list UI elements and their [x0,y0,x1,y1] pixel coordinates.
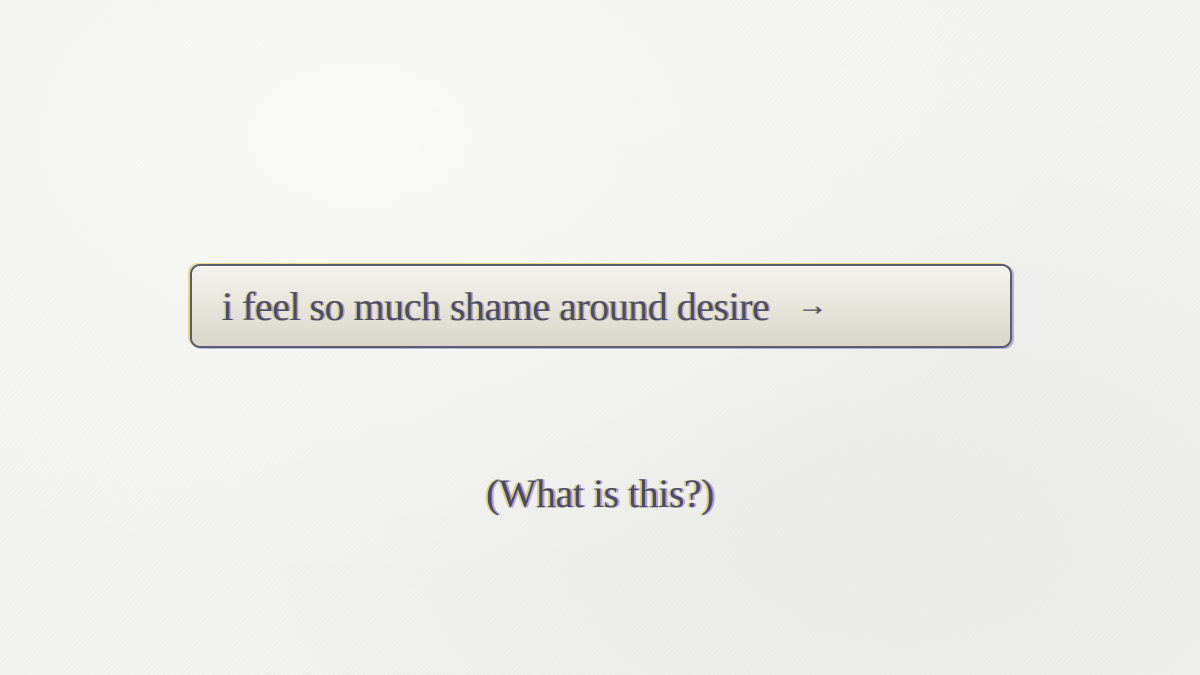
prompt-button[interactable]: i feel so much shame around desire → [190,264,1012,348]
prompt-button-label: i feel so much shame around desire [222,283,770,329]
right-arrow-icon: → [797,289,828,322]
what-is-this-link[interactable]: (What is this?) [0,470,1200,517]
what-is-this-label: (What is this?) [486,471,715,516]
